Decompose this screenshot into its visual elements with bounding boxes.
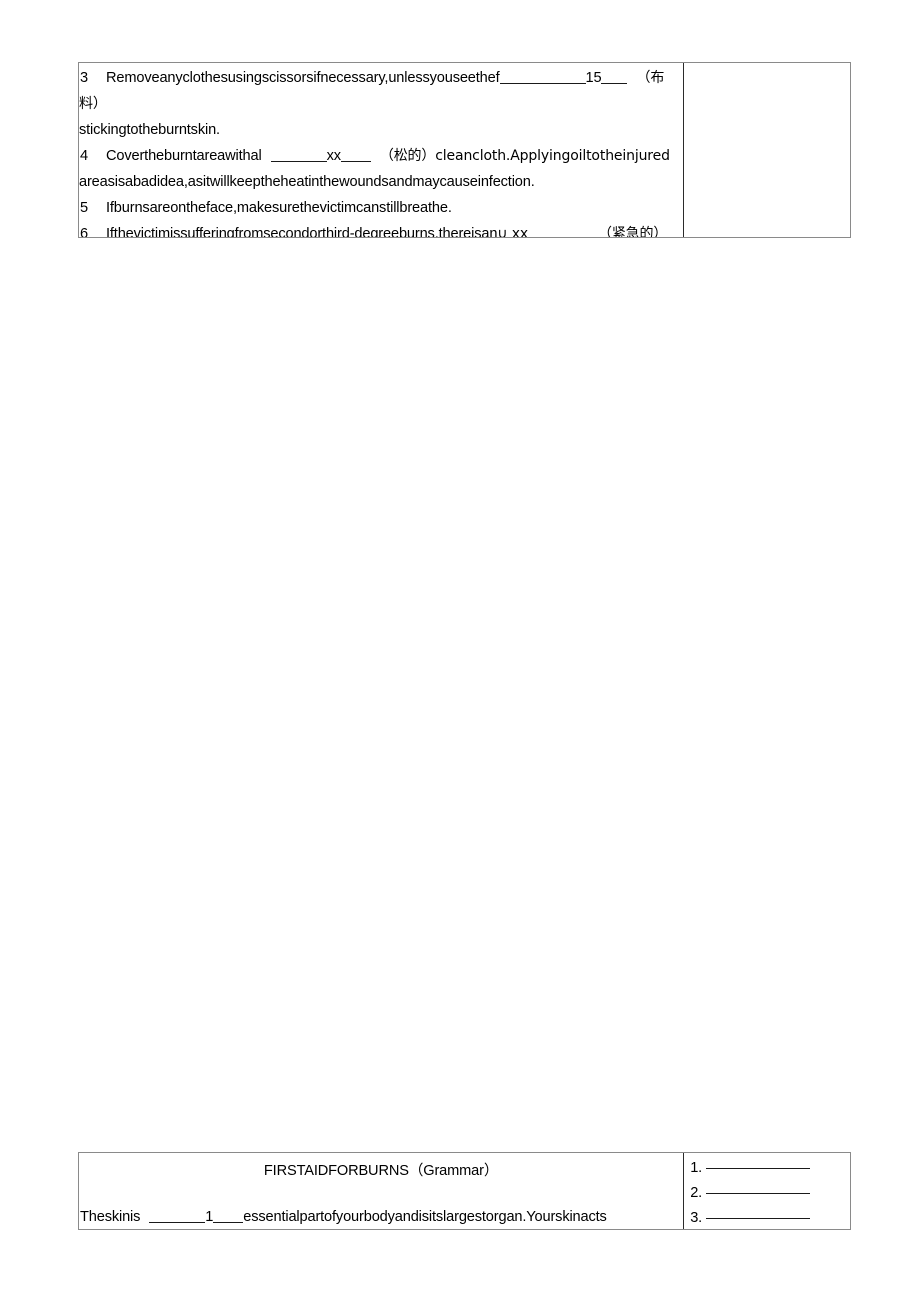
blank-passage-b[interactable] <box>213 1222 244 1223</box>
grammar-passage-line: Theskinis 1 essentialpartofyourbodyandisit… <box>80 1210 607 1225</box>
step-3-blank-number: 15 <box>585 70 602 86</box>
step-line-3-cont-b: stickingtotheburntskin. <box>79 123 220 138</box>
step-4-text-cont: areasisabadidea,asitwillkeeptheheatinthe… <box>79 174 535 190</box>
step-4-text: Covertheburntareawithal <box>106 148 262 164</box>
step-number-5: 5 <box>80 200 88 216</box>
step-3-text: Removeanyclothesusingscissorsifnecessary… <box>106 70 500 86</box>
blank-line-4b[interactable] <box>340 161 371 162</box>
step-4-hint: （松的）cleancloth.Applyingoiltotheinjured <box>379 148 670 164</box>
blank-line-6[interactable]: ∪ xx <box>497 227 528 237</box>
first-aid-notes-cell <box>683 63 850 237</box>
grammar-exercise-table: FIRSTAIDFORBURNS（Grammar） Theskinis 1 esse… <box>78 1152 851 1230</box>
step-3-text-cont: stickingtotheburntskin. <box>79 122 220 138</box>
first-aid-steps-cell: 3 Removeanyclothesusingscissorsifnecessar… <box>79 63 683 237</box>
step-number-4: 4 <box>80 148 88 164</box>
step-line-5: 5 Ifburnsareontheface,makesurethevictimca… <box>80 201 452 216</box>
step-5-text: Ifburnsareontheface,makesurethevictimcan… <box>106 200 452 216</box>
passage-tail: essentialpartofyourbodyandisitslargestor… <box>243 1209 607 1225</box>
grammar-answers-cell: 1. 2. 3. <box>683 1153 850 1229</box>
passage-head: Theskinis <box>80 1209 141 1225</box>
answer-slot-3[interactable]: 3. <box>690 1210 811 1226</box>
step-line-3: 3 Removeanyclothesusingscissorsifnecessar… <box>80 71 664 86</box>
blank-passage-a[interactable] <box>149 1222 206 1223</box>
blank-line-3b[interactable] <box>601 83 628 84</box>
step-line-4-cont: areasisabadidea,asitwillkeeptheheatinthe… <box>79 175 535 190</box>
answer-rule-2[interactable] <box>706 1193 811 1194</box>
step-3-hint-cont: 料） <box>79 96 107 112</box>
grammar-title: FIRSTAIDFORBURNS（Grammar） <box>263 1163 499 1179</box>
blank-line-3a[interactable] <box>499 83 586 84</box>
passage-blank-number: 1 <box>205 1209 214 1225</box>
step-number-3: 3 <box>80 70 88 86</box>
answer-slot-1[interactable]: 1. <box>690 1160 811 1176</box>
answer-label-3: 3. <box>690 1210 703 1226</box>
answer-rule-1[interactable] <box>706 1168 811 1169</box>
grammar-passage-cell: FIRSTAIDFORBURNS（Grammar） Theskinis 1 esse… <box>79 1153 683 1229</box>
answer-label-1: 1. <box>690 1160 703 1176</box>
step-6-hint: （紧急的） <box>597 226 668 237</box>
answer-rule-3[interactable] <box>706 1218 811 1219</box>
step-3-hint: （布 <box>636 70 665 86</box>
step-number-6: 6 <box>80 226 88 237</box>
first-aid-steps-table: 3 Removeanyclothesusingscissorsifnecessar… <box>78 62 851 238</box>
step-line-3-cont-a: 料） <box>79 97 107 112</box>
answer-slot-2[interactable]: 2. <box>690 1185 811 1201</box>
answer-label-2: 2. <box>690 1185 703 1201</box>
step-6-text: Ifthevictimissufferingfromsecondorthird-… <box>106 226 498 237</box>
step-4-mid: xx <box>326 148 341 164</box>
step-6-symbol: ∪ xx <box>497 226 528 237</box>
step-line-6: 6 Ifthevictimissufferingfromsecondorthird… <box>80 227 667 237</box>
blank-line-4a[interactable] <box>270 161 327 162</box>
step-line-4: 4 Covertheburntareawithal xx （松的）cleancloth… <box>80 149 670 164</box>
